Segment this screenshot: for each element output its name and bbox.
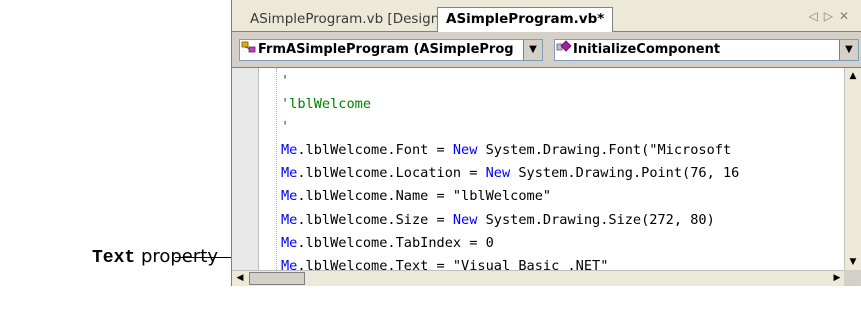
code-keyword: New: [452, 211, 478, 228]
code-text: System.Drawing.Size(272, 80): [477, 211, 715, 228]
horizontal-scrollbar[interactable]: ◀ ▶: [232, 270, 845, 286]
tab-right-icon[interactable]: ▷: [824, 9, 839, 23]
method-combo-value: InitializeComponent: [573, 42, 721, 57]
code-comment: ': [281, 73, 290, 89]
scrollbar-corner: [844, 270, 861, 286]
navigation-bar: FrmASimpleProgram (ASimpleProg ▼ Initial…: [232, 32, 861, 68]
code-line[interactable]: ': [281, 70, 842, 93]
code-line[interactable]: Me.lblWelcome.Name = "lblWelcome": [281, 185, 842, 208]
scroll-up-icon[interactable]: ▲: [845, 68, 861, 84]
class-icon: [240, 40, 258, 60]
code-line[interactable]: Me.lblWelcome.TabIndex = 0: [281, 232, 842, 255]
code-text: .lblWelcome.Name = "lblWelcome": [297, 188, 552, 205]
class-name-combo[interactable]: FrmASimpleProgram (ASimpleProg ▼: [239, 39, 543, 61]
code-text: .lblWelcome.Font =: [297, 142, 453, 159]
code-text: .lblWelcome.TabIndex = 0: [297, 234, 494, 251]
close-icon[interactable]: ✕: [839, 9, 855, 23]
code-editor[interactable]: ''lblWelcome ' Me.lblWelcome.Font = New Sy…: [232, 68, 861, 286]
code-keyword: Me: [281, 165, 298, 182]
scroll-down-icon[interactable]: ▼: [845, 254, 861, 270]
indicator-margin: [232, 68, 259, 270]
tab-left-icon[interactable]: ◁: [808, 9, 823, 23]
code-line[interactable]: Me.lblWelcome.Font = New System.Drawing.…: [281, 139, 842, 162]
code-comment: 'lblWelcome: [281, 96, 372, 113]
code-line[interactable]: ': [281, 116, 842, 139]
code-keyword: New: [485, 165, 511, 182]
code-text-area[interactable]: ''lblWelcome ' Me.lblWelcome.Font = New Sy…: [281, 70, 842, 270]
document-tab-strip: ASimpleProgram.vb [Design]* ASimpleProgr…: [232, 0, 861, 33]
scroll-left-icon[interactable]: ◀: [232, 271, 248, 286]
code-keyword: Me: [281, 142, 298, 159]
code-text: .lblWelcome.Location =: [297, 165, 486, 182]
tab-design-view[interactable]: ASimpleProgram.vb [Design]*: [242, 8, 459, 31]
selection-margin: [259, 68, 277, 270]
chevron-down-icon[interactable]: ▼: [839, 40, 858, 60]
tab-code-view[interactable]: ASimpleProgram.vb*: [437, 7, 614, 33]
vertical-scrollbar[interactable]: ▲ ▼: [844, 68, 861, 270]
code-text: .lblWelcome.Text = "Visual Basic .NET": [297, 257, 609, 270]
chevron-down-icon[interactable]: ▼: [523, 40, 542, 60]
code-text: System.Drawing.Font("Microsoft: [477, 142, 740, 159]
tab-nav-buttons: ◁▷✕: [808, 9, 855, 23]
code-text: System.Drawing.Point(76, 16: [510, 165, 740, 182]
code-text: .lblWelcome.Size =: [297, 211, 453, 228]
scroll-right-icon[interactable]: ▶: [829, 271, 845, 286]
callout-code-word: Text: [92, 248, 136, 268]
class-combo-value: FrmASimpleProgram (ASimpleProg: [258, 42, 514, 57]
code-keyword: Me: [281, 211, 298, 228]
code-comment: ': [281, 119, 290, 136]
code-keyword: Me: [281, 234, 298, 251]
code-editor-window: ASimpleProgram.vb [Design]* ASimpleProgr…: [231, 0, 861, 286]
method-name-combo[interactable]: InitializeComponent ▼: [554, 39, 859, 61]
code-keyword: New: [452, 142, 478, 159]
code-line[interactable]: 'lblWelcome: [281, 93, 842, 116]
code-line[interactable]: Me.lblWelcome.Text = "Visual Basic .NET": [281, 255, 842, 270]
code-keyword: Me: [281, 257, 298, 270]
method-icon: [555, 40, 573, 60]
code-line[interactable]: Me.lblWelcome.Size = New System.Drawing.…: [281, 209, 842, 232]
horizontal-scroll-thumb[interactable]: [249, 272, 305, 285]
code-line[interactable]: Me.lblWelcome.Location = New System.Draw…: [281, 162, 842, 185]
code-keyword: Me: [281, 188, 298, 205]
